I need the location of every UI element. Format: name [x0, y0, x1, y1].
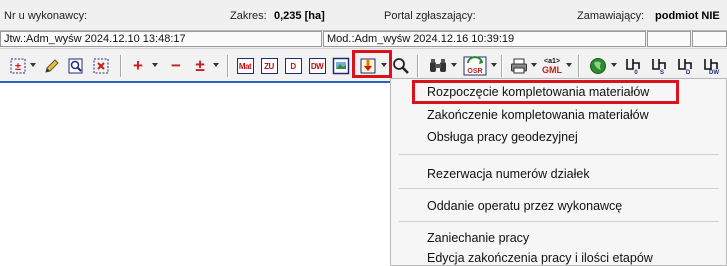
map-icon — [332, 57, 350, 75]
menu-separator — [399, 188, 719, 189]
gml-icon-top: <a1> — [544, 57, 560, 65]
menu-item-reserve-plot-numbers[interactable]: Rezerwacja numerów działek — [427, 165, 590, 183]
delete-icon — [93, 58, 109, 74]
doc-mat-icon: Mat — [236, 58, 254, 74]
document-d-icon: D — [677, 57, 693, 76]
zamawiajacy-value: podmiot NIE — [655, 10, 720, 22]
printer-icon — [511, 58, 527, 74]
menu-item-abandon-work[interactable]: Zaniechanie pracy — [427, 229, 529, 247]
gml-dropdown[interactable] — [566, 63, 572, 67]
menu-item-finish-collecting[interactable]: Zakończenie kompletowania materiałów — [427, 106, 649, 124]
right-doc-d-button[interactable]: D — [675, 56, 695, 76]
binoculars-icon — [430, 59, 446, 72]
binoculars-dropdown[interactable] — [451, 63, 457, 67]
globe-button[interactable] — [588, 56, 608, 76]
workflow-dropdown-menu: Rozpoczęcie kompletowania materiałów Zak… — [390, 78, 727, 266]
toolbar-separator — [417, 55, 419, 77]
audit-stamps: Jtw.:Adm_wyśw 2024.12.10 13:48:17 Mod.:A… — [0, 31, 727, 47]
stamp-empty-1 — [647, 31, 691, 47]
main-toolbar: ± + − ± Mat ZU D DW OSR <a1> GML 0 S D D… — [0, 48, 727, 81]
toolbar-separator — [501, 55, 503, 77]
work-info-header: Nr u wykonawcy: Zakres: 0,235 [ha] Porta… — [0, 0, 727, 31]
zakres-label: Zakres: — [230, 10, 267, 22]
doc-d-icon: D — [284, 58, 302, 74]
toolbar-separator — [578, 55, 580, 77]
zakres-value-text: 0,235 [ha] — [274, 10, 325, 22]
gml-icon-text: GML — [542, 64, 562, 75]
svg-text:0: 0 — [634, 70, 638, 75]
doc-zu-icon: ZU — [260, 58, 278, 74]
remove-button[interactable]: − — [166, 56, 186, 76]
magnifier-icon — [393, 58, 409, 74]
menu-item-survey-work[interactable]: Obsługa pracy geodezyjnej — [427, 128, 578, 146]
delete-button[interactable] — [91, 56, 111, 76]
svg-text:D: D — [686, 70, 691, 75]
created-stamp: Jtw.:Adm_wyśw 2024.12.10 13:48:17 — [0, 31, 322, 47]
document-dw-icon: DW — [703, 57, 719, 76]
select-range-dropdown[interactable] — [30, 63, 36, 67]
svg-text:±: ± — [15, 61, 21, 73]
gml-icon: <a1> GML — [542, 58, 562, 75]
binoculars-button[interactable] — [428, 56, 448, 76]
globe-dropdown[interactable] — [611, 63, 617, 67]
map-button[interactable] — [331, 56, 351, 76]
pencil-icon — [45, 59, 59, 73]
right-doc-0-button[interactable]: 0 — [623, 56, 643, 76]
modified-stamp: Mod.:Adm_wyśw 2024.12.16 10:39:19 — [323, 31, 646, 47]
svg-text:S: S — [660, 70, 664, 75]
print-button[interactable] — [509, 56, 529, 76]
find-button[interactable] — [391, 56, 411, 76]
svg-text:OSR: OSR — [467, 68, 482, 75]
gml-button[interactable]: <a1> GML — [540, 56, 564, 76]
document-0-icon: 0 — [625, 57, 641, 76]
globe-icon — [590, 58, 606, 74]
add-button[interactable]: + — [128, 56, 148, 76]
doc-dw-button[interactable]: DW — [307, 56, 327, 76]
add-dropdown[interactable] — [152, 63, 158, 67]
doc-dw-icon: DW — [308, 58, 326, 74]
search-document-icon — [68, 58, 83, 74]
plus-icon: + — [133, 56, 143, 75]
highlight-frame-toolbar — [352, 50, 392, 78]
osr-button[interactable]: OSR — [463, 56, 487, 76]
minus-icon: − — [171, 56, 181, 75]
menu-item-hand-over-operat[interactable]: Oddanie operatu przez wykonawcę — [427, 197, 622, 215]
nr-wykonawcy-label: Nr u wykonawcy: — [4, 10, 88, 22]
osr-dropdown[interactable] — [491, 63, 497, 67]
menu-separator — [399, 154, 719, 155]
doc-zu-button[interactable]: ZU — [259, 56, 279, 76]
zamawiajacy-value-text: podmiot NIE — [655, 10, 720, 22]
portal-label: Portal zgłaszający: — [384, 10, 476, 22]
preview-button[interactable] — [66, 56, 86, 76]
svg-text:DW: DW — [709, 70, 719, 75]
right-doc-s-button[interactable]: S — [649, 56, 669, 76]
zakres-value: 0,235 [ha] — [274, 10, 325, 22]
doc-d-button[interactable]: D — [283, 56, 303, 76]
menu-separator — [399, 221, 719, 222]
toolbar-separator — [227, 55, 229, 77]
right-doc-dw-button[interactable]: DW — [701, 56, 721, 76]
edit-button[interactable] — [42, 56, 62, 76]
select-range-button[interactable]: ± — [8, 56, 28, 76]
stamp-empty-2 — [692, 31, 727, 47]
document-s-icon: S — [651, 57, 667, 76]
plus-minus-icon: ± — [195, 56, 205, 75]
osr-icon: OSR — [463, 56, 487, 76]
plus-minus-button[interactable]: ± — [190, 56, 210, 76]
toolbar-separator — [120, 55, 122, 77]
menu-item-edit-completion[interactable]: Edycja zakończenia pracy i ilości etapów — [427, 249, 653, 266]
plus-minus-dropdown[interactable] — [213, 63, 219, 67]
select-range-icon: ± — [10, 58, 26, 74]
zamawiajacy-label: Zamawiający: — [577, 10, 645, 22]
print-dropdown[interactable] — [531, 63, 537, 67]
doc-mat-button[interactable]: Mat — [235, 56, 255, 76]
menu-item-start-collecting[interactable]: Rozpoczęcie kompletowania materiałów — [427, 83, 649, 101]
